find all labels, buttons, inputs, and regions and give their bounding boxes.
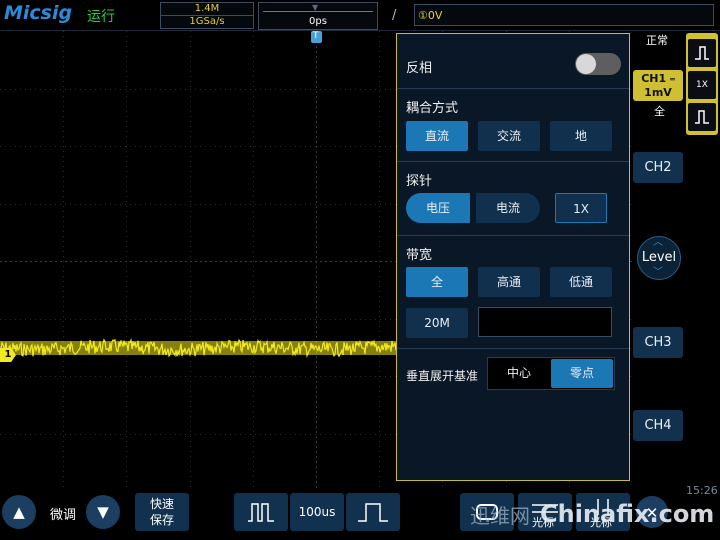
level-knob[interactable]: ︿ Level ﹀ bbox=[637, 236, 681, 280]
timebase-decrease-button[interactable] bbox=[234, 493, 288, 531]
bandwidth-label: 带宽 bbox=[406, 248, 433, 263]
vertical-ref-zero-button[interactable]: 零点 bbox=[551, 359, 613, 388]
vertical-ref-center-button[interactable]: 中心 bbox=[489, 359, 549, 388]
probe-ratio-button[interactable]: 1X bbox=[555, 193, 607, 223]
dc-coupling-icon: ═ bbox=[669, 75, 675, 84]
quick-side-toolbar: 1X bbox=[686, 33, 718, 135]
probe-current-button[interactable]: 电流 bbox=[476, 193, 540, 223]
quick-save-button[interactable]: 快速 保存 bbox=[135, 493, 189, 531]
trigger-delay: 0ps bbox=[309, 16, 327, 27]
divider bbox=[397, 161, 629, 162]
ch1-button[interactable]: CH1 ═ 1mV bbox=[633, 70, 683, 101]
timebase-increase-button[interactable] bbox=[346, 493, 400, 531]
divider bbox=[397, 348, 629, 349]
bandwidth-lowpass-button[interactable]: 低通 bbox=[550, 267, 612, 297]
fine-adjust-label[interactable]: 微调 bbox=[50, 504, 76, 523]
pulse-rising-icon[interactable] bbox=[688, 39, 716, 67]
ch1-waveform-trace bbox=[0, 337, 397, 358]
arrow-up-icon[interactable]: ▲ bbox=[2, 495, 36, 529]
watermark-cn: 迅维网 bbox=[470, 504, 530, 528]
trigger-level-box[interactable]: ①0V bbox=[414, 4, 714, 26]
brand-logo: Micsig bbox=[4, 2, 73, 24]
divider bbox=[397, 88, 629, 89]
coupling-gnd-button[interactable]: 地 bbox=[550, 121, 612, 151]
channel-settings-panel: 反相 耦合方式 直流 交流 地 探针 电压 电流 1X 带宽 全 高通 低通 2… bbox=[396, 33, 630, 481]
run-status[interactable]: 运行 bbox=[87, 6, 115, 26]
ch1-bandwidth-indicator: 全 bbox=[654, 105, 665, 118]
ch1-scale: 1mV bbox=[644, 86, 672, 99]
watermark-text: Chinafix.com bbox=[540, 500, 715, 528]
trigger-slope-icon[interactable]: / bbox=[392, 8, 396, 23]
coupling-ac-button[interactable]: 交流 bbox=[478, 121, 540, 151]
bandwidth-full-button[interactable]: 全 bbox=[406, 267, 468, 297]
arrow-down-icon[interactable]: ▼ bbox=[86, 495, 120, 529]
top-status-bar: Micsig 运行 1.4M 1GSa/s ▼ 0ps / ①0V bbox=[0, 0, 720, 31]
ch4-button[interactable]: CH4 bbox=[633, 410, 683, 441]
ch3-button[interactable]: CH3 bbox=[633, 327, 683, 358]
toggle-knob bbox=[576, 54, 596, 74]
chevron-down-icon: ﹀ bbox=[653, 267, 663, 278]
divider bbox=[397, 235, 629, 236]
probe-ratio-quick[interactable]: 1X bbox=[688, 71, 716, 99]
ch2-button[interactable]: CH2 bbox=[633, 152, 683, 183]
probe-label: 探针 bbox=[406, 174, 433, 189]
vertical-expand-label: 垂直展开基准 bbox=[406, 369, 479, 383]
memory-depth[interactable]: 1.4M bbox=[160, 2, 254, 16]
timebase-value[interactable]: 100us bbox=[290, 493, 344, 531]
horizontal-position-box[interactable]: ▼ 0ps bbox=[258, 2, 378, 30]
coupling-dc-button[interactable]: 直流 bbox=[406, 121, 468, 151]
bandwidth-value-input[interactable] bbox=[478, 307, 612, 337]
coupling-label: 耦合方式 bbox=[406, 101, 459, 116]
bandwidth-highpass-button[interactable]: 高通 bbox=[478, 267, 540, 297]
sample-rate[interactable]: 1GSa/s bbox=[160, 15, 254, 29]
trigger-flag-letter: T bbox=[313, 31, 319, 41]
clock: 15:26 bbox=[686, 484, 718, 497]
ch1-label: CH1 bbox=[641, 72, 667, 85]
pulse-falling-icon[interactable] bbox=[688, 103, 716, 131]
invert-label: 反相 bbox=[406, 61, 433, 76]
invert-toggle[interactable] bbox=[575, 53, 621, 75]
bandwidth-20m-button[interactable]: 20M bbox=[406, 308, 468, 338]
probe-voltage-button[interactable]: 电压 bbox=[406, 193, 470, 223]
trigger-position-triangle-icon: ▼ bbox=[312, 3, 319, 12]
trigger-mode[interactable]: 正常 bbox=[646, 32, 668, 48]
